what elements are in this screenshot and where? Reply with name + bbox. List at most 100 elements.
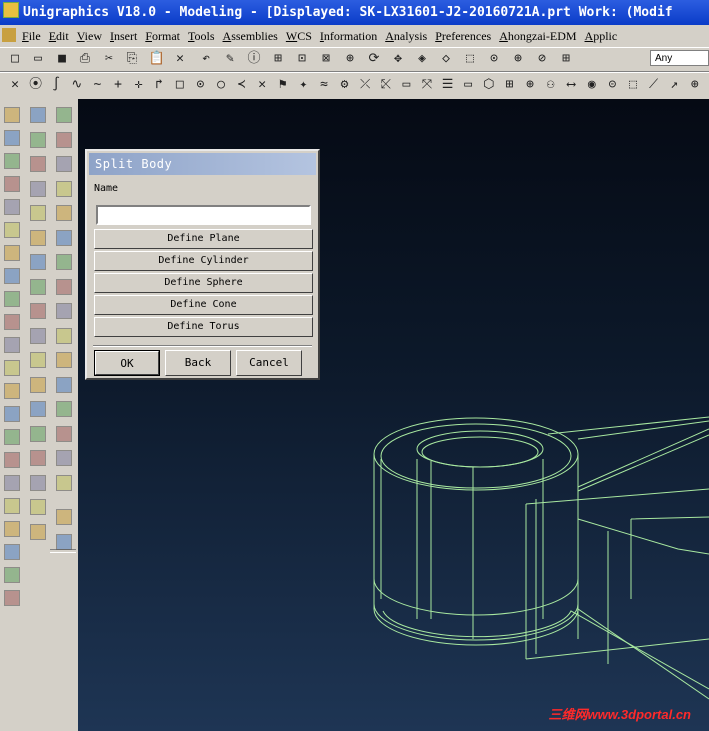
curve-tool-14-icon[interactable]: ⚑ (273, 76, 293, 96)
menu-insert[interactable]: Insert (106, 25, 141, 47)
curve-tool-32-icon[interactable]: ⟋ (644, 76, 664, 96)
feature-tool-3-16-icon[interactable] (56, 474, 72, 491)
cancel-button[interactable]: Cancel (236, 350, 302, 376)
feature-tool-1-9-icon[interactable] (4, 291, 20, 307)
feature-tool-3-7-icon[interactable] (56, 254, 72, 270)
selection-filter-select[interactable]: Any (650, 50, 709, 66)
delete-icon[interactable]: ✕ (170, 50, 190, 68)
feature-tool-1-2-icon[interactable] (4, 130, 20, 146)
feature-tool-2-16-icon[interactable] (30, 474, 46, 491)
feature-tool-3-9-icon[interactable] (56, 303, 72, 319)
feature-tool-2-4-icon[interactable] (30, 180, 46, 197)
feature-tool-1-7-icon[interactable] (4, 245, 20, 261)
info-icon[interactable]: ⓘ (244, 50, 264, 68)
curve-tool-18-icon[interactable]: ⤫ (355, 76, 375, 96)
feature-tool-1-10-icon[interactable] (4, 314, 20, 330)
fit-icon[interactable]: ⊠ (316, 50, 336, 68)
curve-tool-7-icon[interactable]: ✛ (129, 76, 149, 96)
feature-tool-1-14-icon[interactable] (4, 406, 20, 422)
snap-end-icon[interactable]: ⊕ (508, 50, 528, 68)
feature-tool-3-15-icon[interactable] (56, 450, 72, 466)
feature-tool-1-18-icon[interactable] (4, 498, 20, 514)
feature-tool-2-7-icon[interactable] (30, 254, 46, 270)
curve-tool-12-icon[interactable]: ≺ (232, 76, 252, 96)
menu-ahongzai-edm[interactable]: Ahongzai-EDM (495, 25, 580, 47)
curve-tool-10-icon[interactable]: ⊙ (190, 76, 210, 96)
feature-tool-1-4-icon[interactable] (4, 176, 20, 192)
feature-tool-1-13-icon[interactable] (4, 383, 20, 399)
define-torus-button[interactable]: Define Torus (94, 317, 313, 337)
curve-tool-9-icon[interactable]: □ (170, 76, 190, 96)
curve-tool-1-icon[interactable]: ✕ (5, 76, 25, 96)
feature-tool-2-8-icon[interactable] (30, 278, 46, 295)
curve-tool-3-icon[interactable]: ∫ (46, 76, 66, 96)
layer-icon[interactable]: ⊞ (556, 50, 576, 68)
rotate-icon[interactable]: ✥ (388, 50, 408, 68)
feature-tool-3-4-icon[interactable] (56, 180, 72, 197)
curve-tool-24-icon[interactable]: ⬡ (479, 76, 499, 96)
curve-tool-13-icon[interactable]: ✕ (252, 76, 272, 96)
curve-tool-5-icon[interactable]: ∼ (87, 76, 107, 96)
feature-tool-1-19-icon[interactable] (4, 521, 20, 537)
curve-tool-17-icon[interactable]: ⚙ (335, 76, 355, 96)
menu-edit[interactable]: Edit (45, 25, 73, 47)
shaded-view-icon[interactable]: ⬚ (460, 50, 480, 68)
menu-analysis[interactable]: Analysis (381, 25, 431, 47)
feature-tool-1-20-icon[interactable] (4, 544, 20, 560)
feature-tool-1-6-icon[interactable] (4, 222, 20, 238)
snap-mid-icon[interactable]: ⊘ (532, 50, 552, 68)
paste-icon[interactable]: 📋 (147, 50, 167, 68)
feature-tool-3-11-icon[interactable] (56, 352, 72, 368)
feature-tool-3-1-icon[interactable] (56, 107, 72, 123)
feature-tool-2-5-icon[interactable] (30, 205, 46, 221)
ok-button[interactable]: OK (94, 350, 160, 376)
menu-applic[interactable]: Applic (581, 25, 622, 47)
feature-tool-2-12-icon[interactable] (30, 376, 46, 393)
define-cylinder-button[interactable]: Define Cylinder (94, 251, 313, 271)
feature-tool-1-15-icon[interactable] (4, 429, 20, 445)
define-plane-button[interactable]: Define Plane (94, 229, 313, 249)
feature-tool-3-8-icon[interactable] (56, 278, 72, 295)
feature-tool-1-21-icon[interactable] (4, 567, 20, 583)
feature-tool-1-5-icon[interactable] (4, 199, 20, 215)
feature-tool-3-3-icon[interactable] (56, 156, 72, 172)
menu-assemblies[interactable]: Assemblies (219, 25, 282, 47)
feature-tool-3-14-icon[interactable] (56, 425, 72, 442)
print-icon[interactable]: ⎙ (75, 50, 95, 68)
iso-view-icon[interactable]: ◇ (436, 50, 456, 68)
curve-tool-15-icon[interactable]: ✦ (293, 76, 313, 96)
feature-tool-1-8-icon[interactable] (4, 268, 20, 284)
menu-format[interactable]: Format (141, 25, 184, 47)
curve-tool-23-icon[interactable]: ▭ (458, 76, 478, 96)
curve-tool-20-icon[interactable]: ▭ (396, 76, 416, 96)
curve-tool-2-icon[interactable]: ⦿ (26, 76, 46, 96)
curve-tool-16-icon[interactable]: ≈ (314, 76, 334, 96)
curve-tool-6-icon[interactable]: + (108, 76, 128, 96)
define-sphere-button[interactable]: Define Sphere (94, 273, 313, 293)
curve-tool-30-icon[interactable]: ⊝ (602, 76, 622, 96)
curve-tool-28-icon[interactable]: ⟷ (561, 76, 581, 96)
curve-tool-31-icon[interactable]: ⬚ (623, 76, 643, 96)
feature-tool-2-11-icon[interactable] (30, 352, 46, 368)
curve-tool-19-icon[interactable]: ⤪ (376, 76, 396, 96)
menu-wcs[interactable]: WCS (282, 25, 316, 47)
copy-icon[interactable]: ⎘ (122, 50, 142, 68)
pan-icon[interactable]: ◈ (412, 50, 432, 68)
curve-tool-11-icon[interactable]: ○ (211, 76, 231, 96)
zoom-region-icon[interactable]: ⊕ (340, 50, 360, 68)
feature-tool-1-17-icon[interactable] (4, 475, 20, 491)
feature-tool-1-12-icon[interactable] (4, 360, 20, 376)
zoom-icon[interactable]: ⟳ (364, 50, 384, 68)
feature-tool-3-12-icon[interactable] (56, 376, 72, 393)
measure-icon[interactable]: ⊡ (292, 50, 312, 68)
menu-file[interactable]: File (18, 25, 45, 47)
feature-tool-3-13-icon[interactable] (56, 401, 72, 417)
feature-tool-1-11-icon[interactable] (4, 337, 20, 353)
feature-tool-2-10-icon[interactable] (30, 327, 46, 344)
back-button[interactable]: Back (165, 350, 231, 376)
menu-preferences[interactable]: Preferences (431, 25, 495, 47)
menu-tools[interactable]: Tools (184, 25, 219, 47)
curve-tool-26-icon[interactable]: ⊕ (520, 76, 540, 96)
feature-tool-2-9-icon[interactable] (30, 303, 46, 319)
feature-tool-1-1-icon[interactable] (4, 107, 20, 123)
